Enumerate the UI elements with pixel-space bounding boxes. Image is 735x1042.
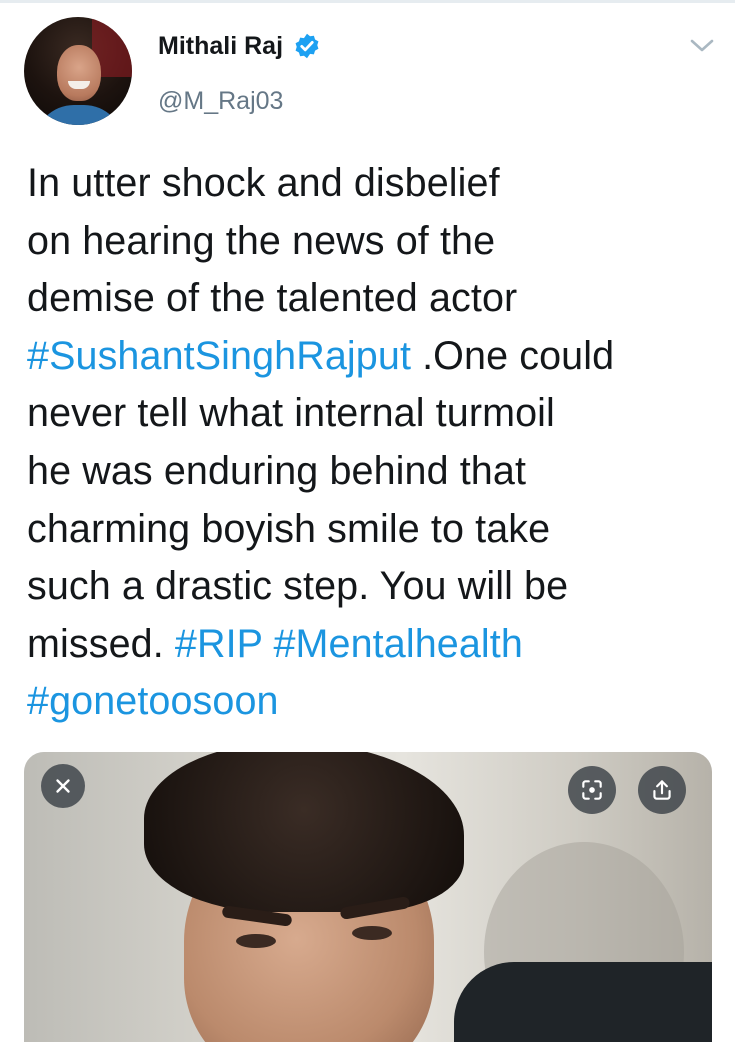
- tweet-line: charming boyish smile to take: [27, 501, 717, 559]
- scan-icon: [582, 780, 602, 800]
- tweet-line: #gonetoosoon: [27, 673, 717, 731]
- tweet-line: In utter shock and disbelief: [27, 155, 717, 213]
- tweet-line: on hearing the news of the: [27, 213, 717, 271]
- tweet-text-segment: he was enduring behind that: [27, 448, 527, 493]
- tweet-line: he was enduring behind that: [27, 443, 717, 501]
- tweet-text-segment: charming boyish smile to take: [27, 506, 551, 551]
- avatar-shirt: [34, 105, 124, 125]
- author-name[interactable]: Mithali Raj: [158, 32, 283, 61]
- photo-eye-left: [236, 934, 276, 948]
- tweet-text-segment: demise of the talented actor: [27, 276, 518, 321]
- tweet-line: missed. #RIP #Mentalhealth: [27, 616, 717, 674]
- author-name-row[interactable]: Mithali Raj: [158, 28, 321, 64]
- photo-hair: [144, 752, 464, 912]
- tweet-text-segment: [262, 622, 273, 666]
- top-divider: [0, 0, 735, 3]
- tweet-text-segment: on hearing the news of the: [27, 218, 496, 263]
- avatar-face: [57, 45, 101, 101]
- hashtag-link[interactable]: #RIP: [175, 622, 263, 666]
- tweet-line: #SushantSinghRajput .One could: [27, 328, 717, 386]
- close-button[interactable]: [41, 764, 85, 808]
- avatar[interactable]: [24, 17, 132, 125]
- share-icon: [653, 780, 671, 800]
- photo-eye-right: [352, 926, 392, 940]
- tweet-line: demise of the talented actor: [27, 270, 717, 328]
- hashtag-link[interactable]: #Mentalhealth: [273, 622, 522, 666]
- author-handle[interactable]: @M_Raj03: [158, 87, 283, 116]
- share-button[interactable]: [638, 766, 686, 814]
- tweet-media-image[interactable]: [24, 752, 712, 1042]
- tweet-text-segment: In utter shock and disbelief: [27, 161, 500, 205]
- photo-collar: [454, 962, 712, 1042]
- scan-button[interactable]: [568, 766, 616, 814]
- close-icon: [56, 779, 70, 793]
- chevron-down-icon[interactable]: [686, 34, 718, 58]
- tweet-text-segment: missed.: [27, 621, 175, 666]
- hashtag-link[interactable]: #SushantSinghRajput: [27, 334, 411, 378]
- hashtag-link[interactable]: #gonetoosoon: [27, 679, 279, 723]
- tweet-text-segment: .One could: [411, 333, 615, 378]
- tweet-text-segment: such a drastic step. You will be: [27, 564, 569, 609]
- tweet-line: such a drastic step. You will be: [27, 558, 717, 616]
- tweet-line: never tell what internal turmoil: [27, 385, 717, 443]
- verified-badge-icon: [293, 32, 321, 60]
- tweet-text-segment: never tell what internal turmoil: [27, 391, 555, 436]
- tweet-text: In utter shock and disbelief on hearing t…: [27, 155, 717, 731]
